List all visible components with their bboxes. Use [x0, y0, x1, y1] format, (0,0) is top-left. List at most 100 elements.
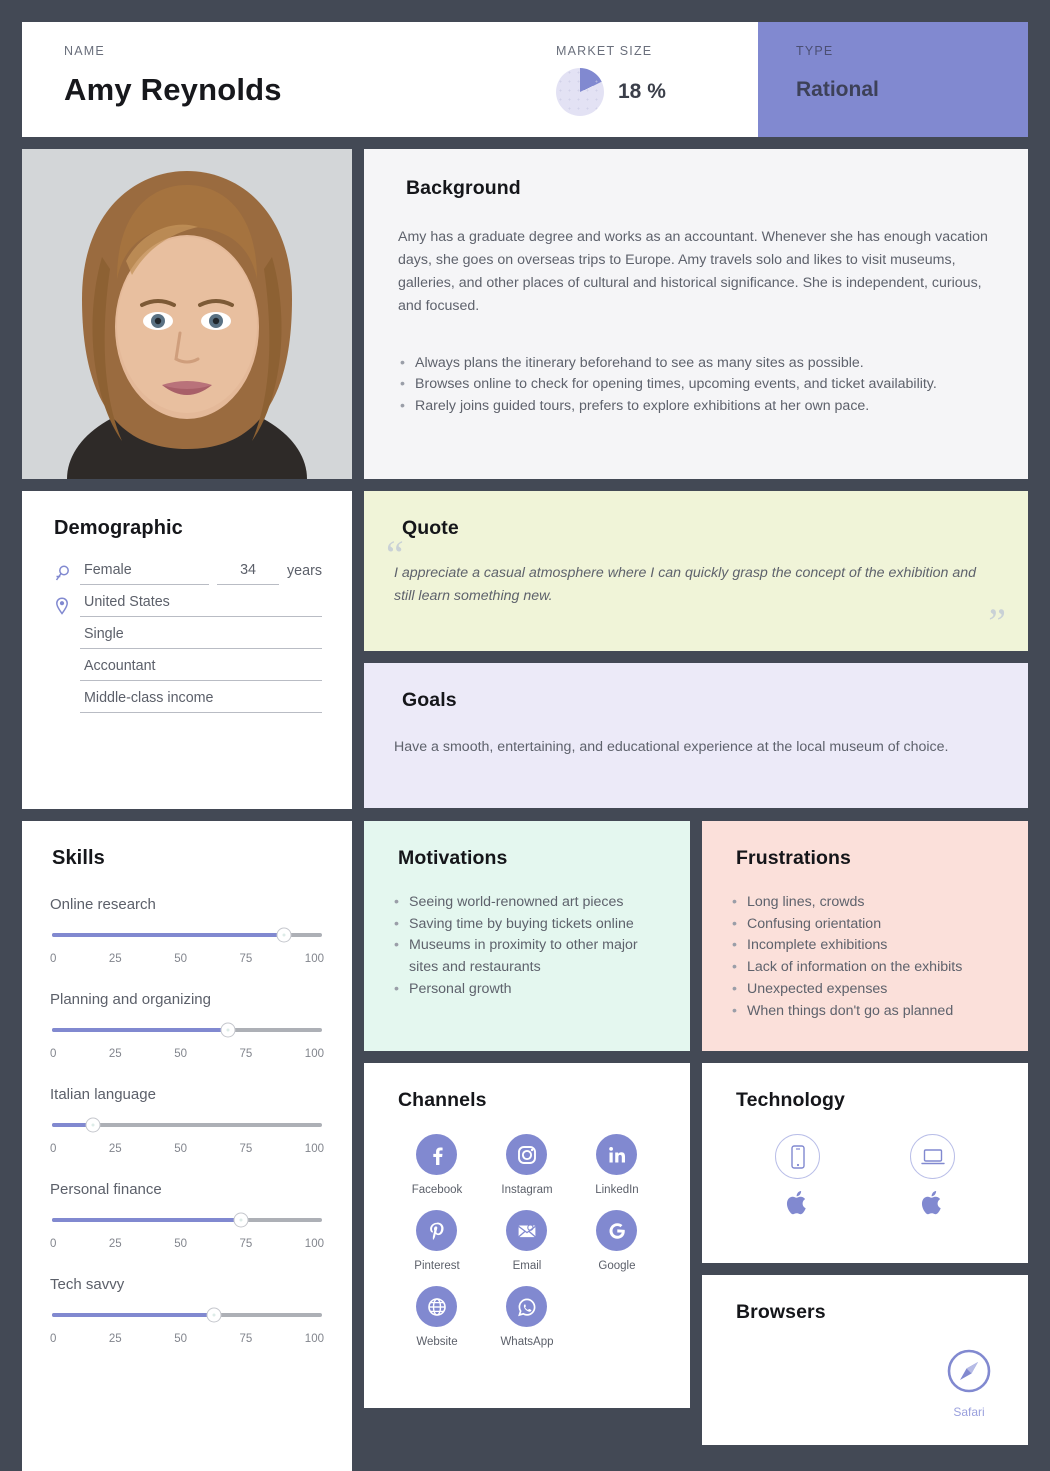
channel-item[interactable]: Website [392, 1286, 482, 1348]
tick-label: 50 [174, 1238, 187, 1250]
tick-label: 75 [239, 1238, 253, 1250]
quote-title: Quote [402, 517, 459, 539]
skill-label: Personal finance [50, 1181, 162, 1198]
whatsapp-icon[interactable] [506, 1286, 548, 1327]
tick-label: 100 [304, 1333, 324, 1345]
channel-name: Pinterest [414, 1260, 460, 1272]
occupation-value[interactable]: Accountant [80, 658, 322, 681]
email-icon[interactable] [506, 1210, 548, 1251]
persona-page: NAME Amy Reynolds MARKET SIZE 18 % TYPE … [0, 0, 1050, 1471]
channel-item[interactable]: Instagram [482, 1134, 572, 1196]
channel-item[interactable]: Facebook [392, 1134, 482, 1196]
country-value[interactable]: United States [80, 594, 322, 617]
age-value[interactable]: 34 [217, 562, 280, 585]
facebook-icon[interactable] [416, 1134, 458, 1175]
slider-track[interactable] [52, 1307, 322, 1323]
list-item: Personal growth [392, 979, 662, 1001]
tick-label: 0 [50, 953, 57, 965]
motivations-title: Motivations [398, 847, 508, 869]
list-item: Seeing world-renowned art pieces [392, 892, 662, 914]
demographic-row-gender: Female 34 years [52, 562, 322, 585]
channel-item[interactable]: Email [482, 1210, 572, 1272]
skill-slider: Italian language 0 25 50 75 100 [50, 1086, 324, 1155]
tick-label: 100 [304, 1238, 324, 1250]
browsers-card: Browsers Safari [702, 1275, 1028, 1445]
technology-card: Technology [702, 1063, 1028, 1263]
slider-fill [52, 933, 285, 937]
linkedin-icon[interactable] [596, 1134, 638, 1175]
channel-item[interactable]: Google [572, 1210, 662, 1272]
gender-value[interactable]: Female [80, 562, 210, 585]
slider-tick-labels: 0 25 50 75 100 [50, 1048, 324, 1060]
tick-label: 25 [108, 1048, 122, 1060]
type-value: Rational [796, 78, 879, 101]
list-item: Confusing orientation [730, 914, 1000, 936]
income-value[interactable]: Middle-class income [80, 690, 322, 713]
skills-list: Online research 0 25 50 75 100 Planning and or… [50, 896, 324, 1345]
skill-slider: Planning and organizing 0 25 50 75 100 [50, 991, 324, 1060]
skills-card: Skills Online research 0 25 50 75 100 Planning… [22, 821, 352, 1471]
instagram-icon[interactable] [506, 1134, 548, 1175]
tick-label: 25 [108, 1333, 122, 1345]
channel-name: Facebook [411, 1184, 463, 1196]
browsers-title: Browsers [736, 1301, 826, 1323]
slider-track[interactable] [52, 1117, 322, 1133]
slider-fill [52, 1028, 228, 1032]
slider-handle[interactable] [220, 1022, 235, 1038]
channel-item[interactable]: Pinterest [392, 1210, 482, 1272]
list-item: Unexpected expenses [730, 979, 1000, 1001]
slider-track[interactable] [52, 1212, 322, 1228]
background-title: Background [406, 177, 521, 199]
tick-label: 50 [174, 1333, 187, 1345]
background-card: Background Amy has a graduate degree and… [364, 149, 1028, 479]
slider-handle[interactable] [85, 1117, 100, 1133]
technology-title: Technology [736, 1089, 845, 1111]
google-icon[interactable] [596, 1210, 638, 1251]
name-field-label: NAME [64, 44, 105, 58]
tick-label: 100 [304, 1048, 324, 1060]
quote-close-mark: ” [988, 600, 1006, 645]
slider-handle[interactable] [233, 1212, 249, 1228]
slider-handle[interactable] [206, 1307, 222, 1323]
skill-label: Planning and organizing [50, 991, 211, 1008]
list-item: Saving time by buying tickets online [392, 914, 662, 936]
globe-icon[interactable] [416, 1286, 458, 1327]
channels-card: Channels Facebook Instagram LinkedIn Pinter… [364, 1063, 690, 1408]
persona-name: Amy Reynolds [64, 72, 282, 107]
type-block: TYPE Rational [758, 22, 1028, 137]
tick-label: 50 [174, 1048, 187, 1060]
slider-tick-labels: 0 25 50 75 100 [50, 1238, 324, 1250]
tick-label: 0 [50, 1143, 57, 1155]
tick-label: 25 [108, 1143, 122, 1155]
frustrations-title: Frustrations [736, 847, 851, 869]
apple-icon [865, 1189, 1000, 1222]
tick-label: 50 [174, 1143, 187, 1155]
channel-name: WhatsApp [500, 1336, 554, 1348]
channels-title: Channels [398, 1089, 487, 1111]
channel-name: LinkedIn [595, 1184, 639, 1196]
type-field-label: TYPE [796, 44, 834, 58]
channel-item[interactable]: WhatsApp [482, 1286, 572, 1348]
marital-status-value[interactable]: Single [80, 626, 322, 649]
quote-card: Quote “ ” I appreciate a casual atmosphe… [364, 491, 1028, 651]
skill-label: Tech savvy [50, 1276, 125, 1293]
list-item: When things don't go as planned [730, 1001, 1000, 1023]
slider-tick-labels: 0 25 50 75 100 [50, 953, 324, 965]
channel-item[interactable]: LinkedIn [572, 1134, 662, 1196]
demographic-row-income: Middle-class income [52, 690, 322, 713]
list-item: Rarely joins guided tours, prefers to ex… [398, 396, 994, 418]
motivations-list: Seeing world-renowned art piecesSaving t… [392, 892, 662, 1001]
persona-header: NAME Amy Reynolds MARKET SIZE 18 % TYPE … [22, 22, 1028, 137]
skills-title: Skills [52, 847, 105, 869]
pinterest-icon[interactable] [416, 1210, 458, 1251]
laptop-icon [910, 1134, 955, 1179]
quote-text: I appreciate a casual atmosphere where I… [394, 565, 977, 604]
slider-handle[interactable] [276, 927, 292, 943]
goals-text: Have a smooth, entertaining, and educati… [394, 739, 949, 755]
slider-track[interactable] [52, 1022, 322, 1038]
channel-name: Website [416, 1336, 458, 1348]
list-item: Lack of information on the exhibits [730, 957, 1000, 979]
tick-label: 75 [239, 1143, 253, 1155]
slider-track[interactable] [52, 927, 322, 943]
channel-name: Google [598, 1260, 636, 1272]
